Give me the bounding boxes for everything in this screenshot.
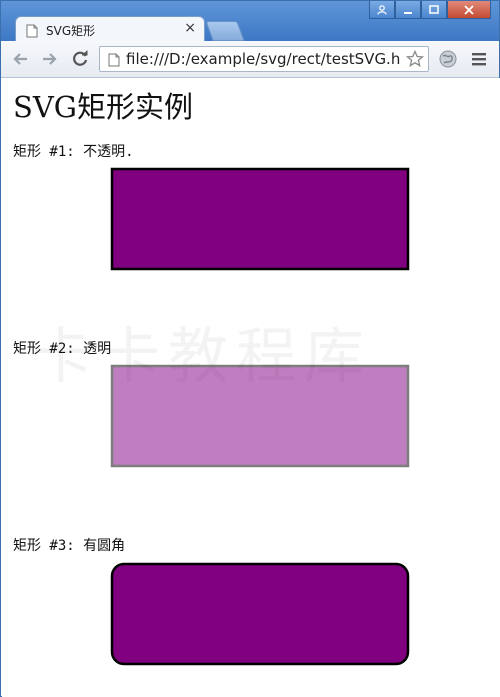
browser-tab[interactable]: SVG矩形 ×: [15, 16, 205, 42]
reload-icon[interactable]: [71, 50, 89, 72]
page-content: 卡卡教程库 SVG矩形实例 矩形 #1: 不透明. 矩形 #2: 透明 矩形 #…: [2, 78, 500, 697]
page-icon: [26, 23, 38, 42]
browser-toolbar: file:///D:/example/svg/rect/testSVG.h: [1, 41, 499, 78]
example-label-1: 矩形 #1: 不透明.: [13, 144, 134, 160]
back-arrow-icon[interactable]: [11, 50, 29, 72]
forward-arrow-icon[interactable]: [41, 50, 59, 72]
example-label-2: 矩形 #2: 透明: [13, 341, 112, 357]
menu-icon[interactable]: [471, 51, 487, 71]
page-title: SVG矩形实例: [13, 90, 193, 124]
close-icon[interactable]: [447, 1, 491, 19]
address-bar[interactable]: file:///D:/example/svg/rect/testSVG.h: [99, 46, 429, 72]
window-controls: [369, 1, 491, 19]
user-icon[interactable]: [369, 1, 395, 19]
tab-close-icon[interactable]: ×: [184, 20, 196, 36]
browser-window: SVG矩形 × file:///D:/example/svg/rect/test…: [0, 0, 500, 697]
example-label-3: 矩形 #3: 有圆角: [13, 538, 126, 554]
title-bar: SVG矩形 ×: [1, 1, 499, 42]
maximize-icon[interactable]: [421, 1, 447, 19]
rect-opaque: [110, 167, 410, 271]
tab-title: SVG矩形: [46, 24, 96, 38]
new-tab-button[interactable]: [205, 21, 245, 41]
rect-transparent: [110, 364, 410, 468]
rect-rounded: [110, 562, 410, 666]
minimize-icon[interactable]: [395, 1, 421, 19]
star-icon[interactable]: [405, 49, 425, 72]
page-icon: [108, 52, 120, 71]
globe-icon[interactable]: [438, 49, 458, 73]
url-text[interactable]: file:///D:/example/svg/rect/testSVG.h: [126, 50, 406, 68]
